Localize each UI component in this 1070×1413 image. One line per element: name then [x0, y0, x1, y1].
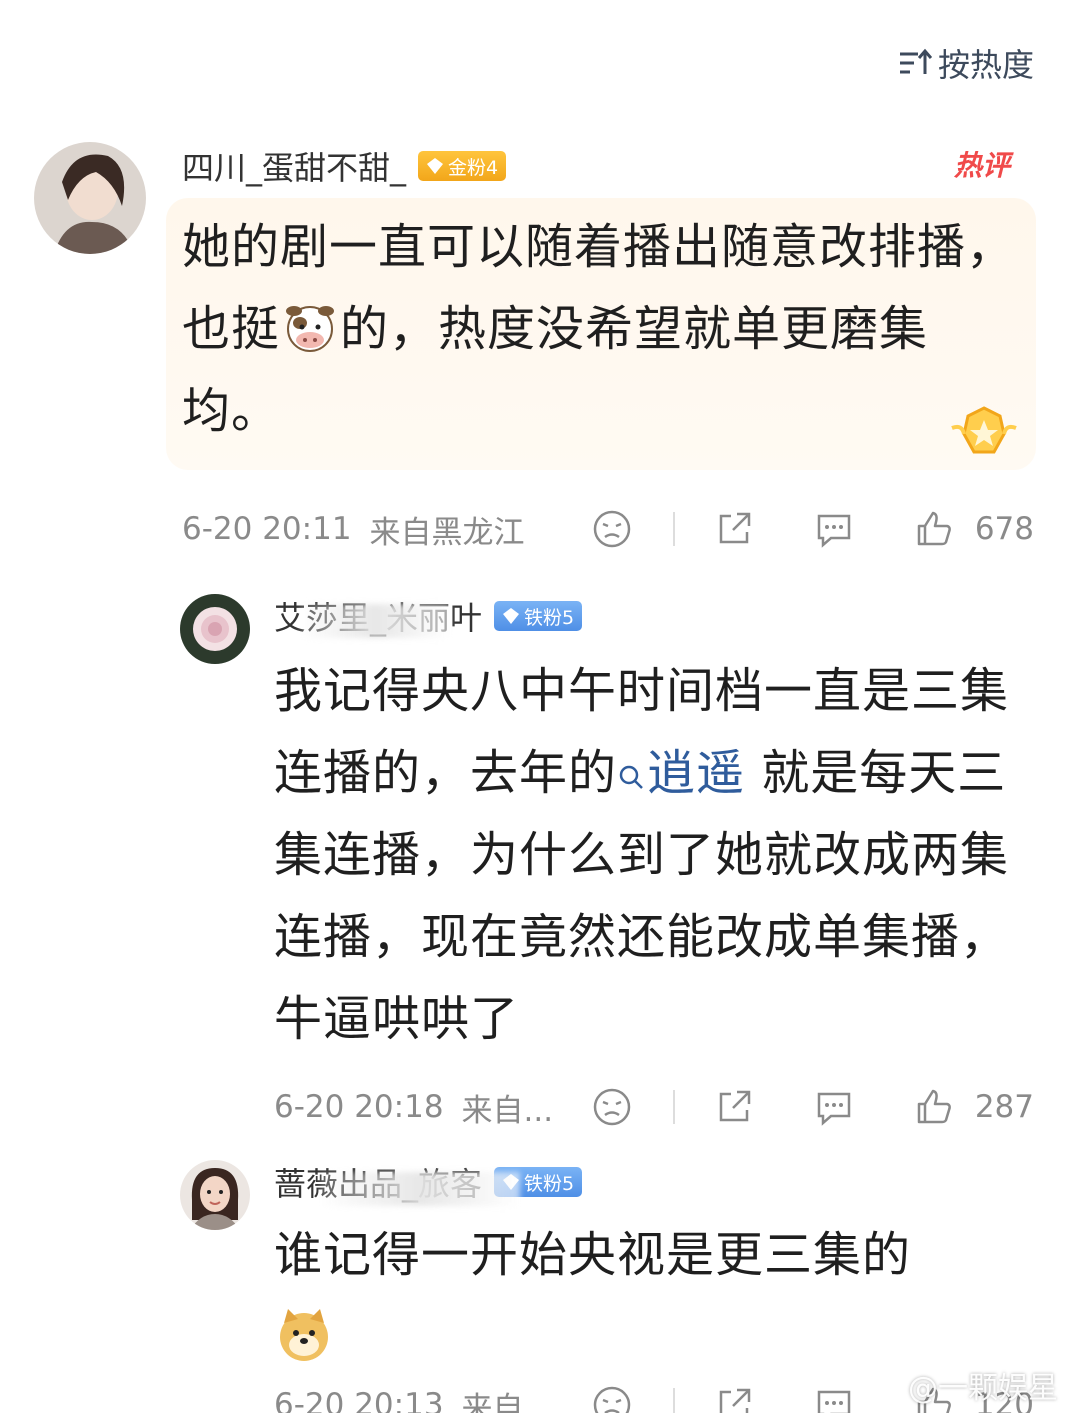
share-icon[interactable] [713, 1384, 755, 1413]
username[interactable]: 四川_蛋甜不甜_ [182, 143, 406, 189]
comment-text-part: 谁记得一开始央视是更三集的 [274, 1227, 912, 1283]
reply-icon[interactable] [813, 508, 855, 550]
topic-link-label: 逍遥 [647, 745, 746, 801]
fan-badge: 金粉4 [418, 151, 507, 181]
hot-comment-tag: 热评 [954, 149, 1011, 182]
reply-icon[interactable] [813, 1384, 855, 1413]
divider [672, 1090, 675, 1124]
like-icon[interactable] [913, 1086, 955, 1128]
diamond-icon [503, 608, 520, 624]
weibo-logo-icon [868, 1373, 902, 1399]
topic-link[interactable]: 逍遥 [617, 745, 745, 801]
sort-icon [899, 48, 932, 74]
dislike-face-icon[interactable] [591, 1086, 633, 1128]
dislike-face-icon[interactable] [591, 1384, 633, 1413]
comment-text: 我记得央八中午时间档一直是三集连播的，去年的 逍遥 就是每天三集连播，为什么到了她… [274, 650, 1044, 1060]
comment-location: 来自 [461, 1390, 524, 1413]
divider [672, 1388, 675, 1413]
avatar[interactable] [180, 1160, 250, 1230]
watermark: @一颗娱星 [868, 1363, 1058, 1407]
reply-icon[interactable] [813, 1086, 855, 1128]
blur-mask [300, 604, 450, 638]
dislike-face-icon[interactable] [591, 508, 633, 550]
doge-emoji-icon [280, 1309, 328, 1361]
cow-face-emoji-icon [286, 306, 335, 352]
like-count: 678 [974, 511, 1034, 547]
comment-text: 她的剧一直可以随着播出随意改排播，也挺 的，热度没希望就单更磨集均。 [182, 206, 1022, 452]
fan-badge: 铁粉5 [494, 601, 583, 631]
avatar[interactable] [34, 142, 146, 254]
share-icon[interactable] [713, 1086, 755, 1128]
fan-badge-label: 铁粉5 [524, 1172, 575, 1195]
like-icon[interactable] [913, 508, 955, 550]
divider [672, 512, 675, 546]
comment-text: 谁记得一开始央视是更三集的 [274, 1214, 1044, 1378]
share-icon[interactable] [713, 508, 755, 550]
comment-location: 来自黑龙江 [369, 514, 525, 551]
comment-location: 来自... [461, 1092, 554, 1129]
avatar[interactable] [180, 594, 250, 664]
like-count: 287 [974, 1089, 1034, 1125]
watermark-text: @一颗娱星 [908, 1371, 1058, 1406]
fan-badge-label: 铁粉5 [524, 606, 575, 629]
comment-time: 6-20 20:13 [274, 1387, 444, 1413]
sort-by-hot-button[interactable]: 按热度 [898, 40, 1034, 86]
diamond-icon [427, 158, 444, 174]
comment-time: 6-20 20:11 [182, 511, 352, 547]
search-icon [619, 765, 643, 789]
sort-label: 按热度 [937, 46, 1034, 84]
blur-mask [320, 1172, 520, 1206]
fan-badge-label: 金粉4 [448, 156, 499, 179]
comment-time: 6-20 20:18 [274, 1089, 444, 1125]
